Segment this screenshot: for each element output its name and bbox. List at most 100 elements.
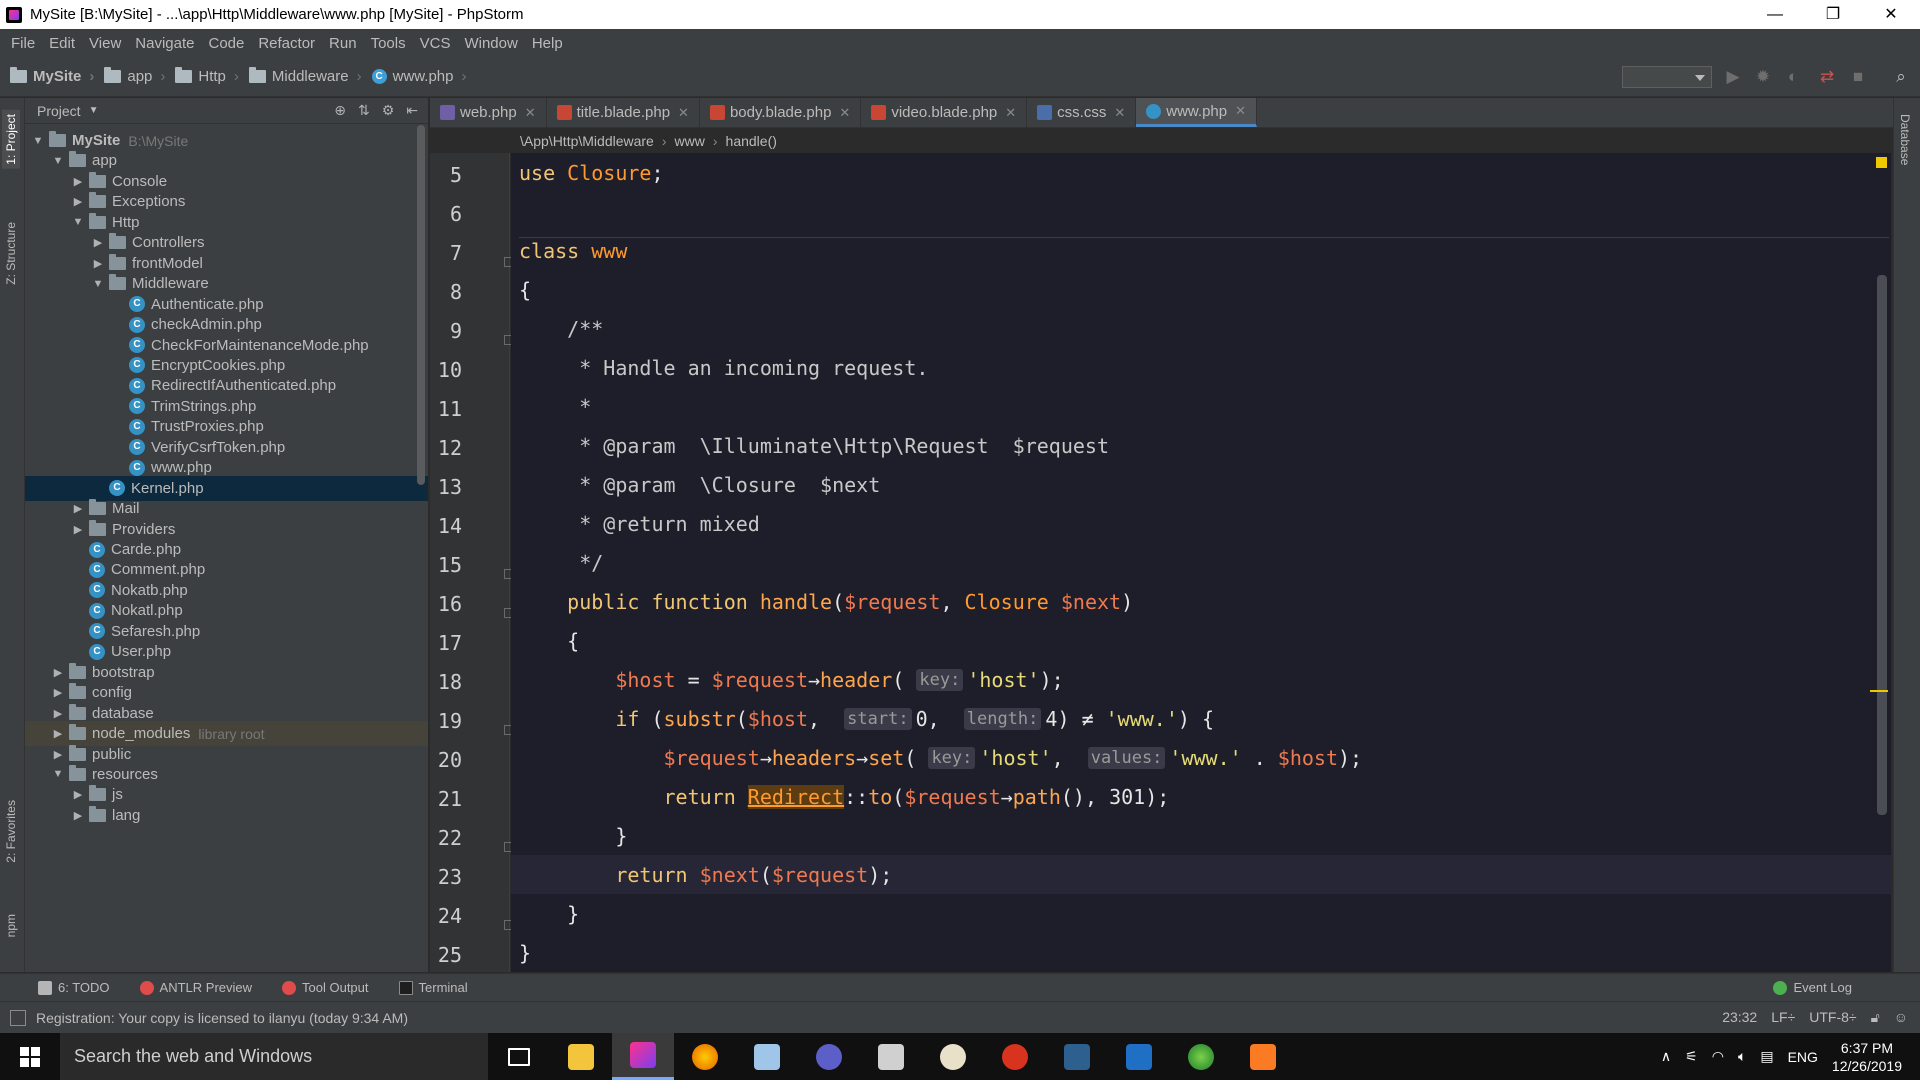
collapse-arrow-icon[interactable]: ▶ bbox=[51, 727, 65, 740]
gear-icon[interactable]: ⚙ bbox=[382, 102, 395, 119]
tool-output-button[interactable]: Tool Output bbox=[282, 980, 369, 995]
collapse-all-icon[interactable]: ⇅ bbox=[358, 102, 370, 119]
taskbar-app-p[interactable] bbox=[984, 1033, 1046, 1080]
start-button[interactable] bbox=[0, 1033, 60, 1080]
taskbar-app-network[interactable] bbox=[1046, 1033, 1108, 1080]
menu-file[interactable]: File bbox=[4, 35, 42, 52]
breadcrumb-namespace[interactable]: \App\Http\Middleware bbox=[520, 133, 654, 149]
collapse-arrow-icon[interactable]: ▶ bbox=[51, 666, 65, 679]
collapse-arrow-icon[interactable]: ▶ bbox=[71, 175, 85, 188]
coverage-icon[interactable]: ◐ bbox=[1783, 67, 1803, 87]
event-log-button[interactable]: Event Log bbox=[1773, 980, 1890, 995]
project-tree-scrollbar[interactable] bbox=[417, 125, 425, 485]
editor-scrollbar[interactable] bbox=[1877, 275, 1887, 815]
debug-icon[interactable]: ✹ bbox=[1753, 67, 1773, 87]
taskbar-app-firefox[interactable] bbox=[674, 1033, 736, 1080]
run-icon[interactable]: ▶ bbox=[1723, 67, 1743, 87]
collapse-arrow-icon[interactable]: ▶ bbox=[71, 809, 85, 822]
project-view-selector[interactable]: Project bbox=[37, 103, 81, 119]
collapse-arrow-icon[interactable]: ▶ bbox=[71, 195, 85, 208]
favorites-tool-tab[interactable]: 2: Favorites bbox=[2, 796, 20, 867]
code-editor[interactable]: use Closure; class www { /** * Handle an… bbox=[511, 153, 1891, 972]
todo-tool-button[interactable]: 6: TODO bbox=[38, 980, 110, 995]
taskbar-search-box[interactable]: Search the web and Windows bbox=[60, 1033, 488, 1080]
lock-icon[interactable]: 🔓︎ bbox=[1871, 1009, 1880, 1026]
menu-refactor[interactable]: Refactor bbox=[251, 35, 322, 52]
taskbar-app-phpstorm[interactable] bbox=[612, 1033, 674, 1080]
tab-title-blade[interactable]: title.blade.php ✕ bbox=[547, 98, 700, 127]
restore-button[interactable]: ❐ bbox=[1804, 0, 1862, 29]
expand-arrow-icon[interactable]: ▼ bbox=[31, 135, 45, 147]
chevron-up-icon[interactable]: ∧ bbox=[1661, 1048, 1671, 1065]
close-icon[interactable]: ✕ bbox=[1005, 105, 1016, 121]
collapse-arrow-icon[interactable]: ▶ bbox=[71, 523, 85, 536]
taskbar-app-explorer[interactable] bbox=[550, 1033, 612, 1080]
tab-body-blade[interactable]: body.blade.php ✕ bbox=[700, 98, 862, 127]
caret-position[interactable]: 23:32 bbox=[1722, 1009, 1757, 1026]
breadcrumb-method[interactable]: handle() bbox=[726, 133, 777, 149]
collapse-arrow-icon[interactable]: ▶ bbox=[71, 788, 85, 801]
structure-tool-tab[interactable]: Z: Structure bbox=[2, 218, 20, 289]
menu-window[interactable]: Window bbox=[457, 35, 524, 52]
expand-arrow-icon[interactable]: ▼ bbox=[51, 155, 65, 167]
close-icon[interactable]: ✕ bbox=[839, 105, 850, 121]
network-icon[interactable]: ⚟ bbox=[1685, 1048, 1698, 1065]
error-stripe-mark[interactable] bbox=[1870, 690, 1888, 692]
tree-folder[interactable]: ▶ lang bbox=[25, 803, 428, 828]
close-icon[interactable]: ✕ bbox=[1235, 103, 1246, 119]
menu-run[interactable]: Run bbox=[322, 35, 364, 52]
taskbar-app-tools[interactable] bbox=[860, 1033, 922, 1080]
taskbar-app-window[interactable] bbox=[1108, 1033, 1170, 1080]
menu-edit[interactable]: Edit bbox=[42, 35, 82, 52]
nav-crumb-app[interactable]: app › bbox=[104, 67, 165, 85]
file-encoding[interactable]: UTF-8÷ bbox=[1809, 1009, 1856, 1026]
clock[interactable]: 6:37 PM 12/26/2019 bbox=[1832, 1039, 1902, 1075]
task-view-button[interactable] bbox=[488, 1033, 550, 1080]
expand-arrow-icon[interactable]: ▼ bbox=[51, 768, 65, 780]
profile-icon[interactable]: ⇄ bbox=[1817, 67, 1837, 87]
close-icon[interactable]: ✕ bbox=[678, 105, 689, 121]
chevron-down-icon[interactable]: ▼ bbox=[89, 105, 99, 116]
language-indicator[interactable]: ENG bbox=[1788, 1049, 1818, 1065]
collapse-arrow-icon[interactable]: ▶ bbox=[51, 686, 65, 699]
scroll-from-source-icon[interactable]: ⊕ bbox=[334, 102, 346, 119]
taskbar-app-xampp[interactable] bbox=[1232, 1033, 1294, 1080]
notification-icon[interactable]: ▤ bbox=[1760, 1048, 1773, 1065]
tab-web-php[interactable]: web.php ✕ bbox=[430, 98, 547, 127]
tab-css[interactable]: css.css ✕ bbox=[1027, 98, 1137, 127]
menu-navigate[interactable]: Navigate bbox=[128, 35, 201, 52]
collapse-arrow-icon[interactable]: ▶ bbox=[51, 707, 65, 720]
collapse-arrow-icon[interactable]: ▶ bbox=[51, 748, 65, 761]
taskbar-app-notes[interactable] bbox=[736, 1033, 798, 1080]
close-icon[interactable]: ✕ bbox=[525, 105, 536, 121]
nav-crumb-middleware[interactable]: Middleware › bbox=[248, 67, 362, 85]
database-tool-tab[interactable]: Database bbox=[1896, 110, 1914, 169]
nav-crumb-file[interactable]: Cwww.php › bbox=[371, 68, 466, 85]
antlr-preview-button[interactable]: ANTLR Preview bbox=[139, 980, 252, 995]
menu-code[interactable]: Code bbox=[201, 35, 251, 52]
tool-windows-toggle-icon[interactable] bbox=[10, 1009, 26, 1026]
search-everywhere-icon[interactable]: ⌕ bbox=[1891, 67, 1911, 87]
wifi-icon[interactable]: ◠ bbox=[1712, 1048, 1724, 1065]
hide-icon[interactable]: ⇤ bbox=[406, 102, 418, 119]
tab-www-php[interactable]: www.php ✕ bbox=[1136, 98, 1258, 127]
taskbar-app-paint[interactable] bbox=[922, 1033, 984, 1080]
terminal-button[interactable]: Terminal bbox=[398, 980, 468, 995]
line-separator[interactable]: LF÷ bbox=[1771, 1009, 1795, 1026]
tab-video-blade[interactable]: video.blade.php ✕ bbox=[861, 98, 1028, 127]
menu-view[interactable]: View bbox=[82, 35, 128, 52]
project-tool-tab[interactable]: 1: Project bbox=[2, 110, 20, 169]
menu-help[interactable]: Help bbox=[525, 35, 570, 52]
close-icon[interactable]: ✕ bbox=[1114, 105, 1125, 121]
run-configuration-select[interactable] bbox=[1622, 66, 1712, 88]
inspector-icon[interactable]: ☺ bbox=[1894, 1009, 1908, 1026]
taskbar-app-media[interactable] bbox=[798, 1033, 860, 1080]
stop-icon[interactable]: ■ bbox=[1848, 67, 1868, 87]
collapse-arrow-icon[interactable]: ▶ bbox=[91, 257, 105, 270]
taskbar-app-browser[interactable] bbox=[1170, 1033, 1232, 1080]
menu-tools[interactable]: Tools bbox=[364, 35, 413, 52]
nav-crumb-http[interactable]: Http › bbox=[175, 67, 239, 85]
collapse-arrow-icon[interactable]: ▶ bbox=[71, 502, 85, 515]
expand-arrow-icon[interactable]: ▼ bbox=[91, 278, 105, 290]
menu-vcs[interactable]: VCS bbox=[413, 35, 458, 52]
